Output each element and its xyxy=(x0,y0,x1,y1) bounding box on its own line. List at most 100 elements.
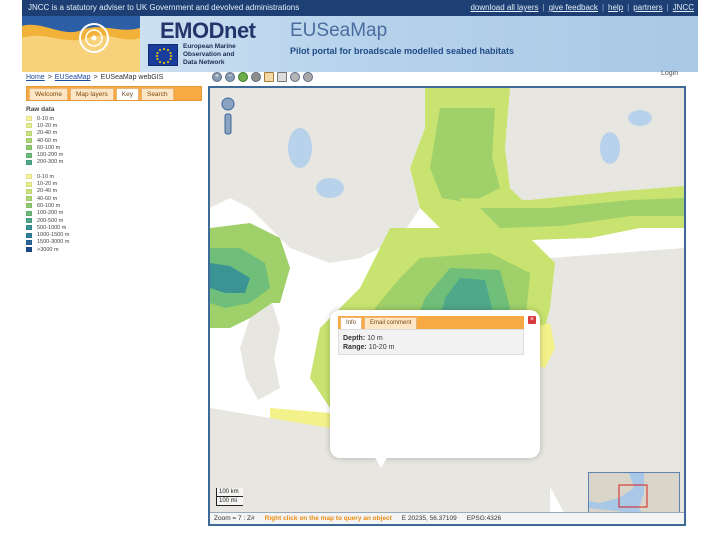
legend-item: 200-500 m xyxy=(26,217,202,224)
site-banner: EMODnet European Marine Observation and … xyxy=(22,16,698,72)
legend-item: 40-60 m xyxy=(26,137,202,144)
breadcrumb-euseamap[interactable]: EUSeaMap xyxy=(55,74,91,81)
jncc-link[interactable]: JNCC xyxy=(673,0,694,16)
legend-label: 40-60 m xyxy=(37,137,58,144)
legend-group-1: 0-10 m 10-20 m 20-40 m 40-60 m 60-100 m 100-2… xyxy=(26,115,202,166)
pan-hand-icon[interactable] xyxy=(264,72,274,82)
zoom-out-icon[interactable]: − xyxy=(225,72,235,82)
emodnet-logo-graphic xyxy=(22,16,140,72)
legend-item: 100-200 m xyxy=(26,151,202,158)
separator: | xyxy=(666,3,669,12)
map-canvas[interactable] xyxy=(210,88,684,524)
help-link[interactable]: help xyxy=(608,0,623,16)
legend-title: Raw data xyxy=(26,106,55,113)
legend-label: 10-20 m xyxy=(37,122,58,129)
range-label: Range: xyxy=(343,344,367,351)
legend-item: 20-40 m xyxy=(26,188,202,195)
tab-key[interactable]: Key xyxy=(115,88,139,100)
close-icon[interactable]: × xyxy=(528,316,536,324)
legend-swatch xyxy=(26,232,32,238)
popup-pointer xyxy=(374,456,388,468)
legend-swatch xyxy=(26,152,32,158)
legend-swatch xyxy=(26,159,32,165)
partners-link[interactable]: partners xyxy=(633,0,662,16)
legend-item: 1500-3000 m xyxy=(26,239,202,246)
legend-label: 1000-1500 m xyxy=(37,232,70,239)
legend-item: 60-100 m xyxy=(26,202,202,209)
breadcrumb-separator: > xyxy=(93,74,98,81)
legend-item: 500-1000 m xyxy=(26,224,202,231)
legend-item: 10-20 m xyxy=(26,180,202,187)
identify-icon[interactable] xyxy=(303,72,313,82)
popup-content: Depth: 10 m Range: 10-20 m xyxy=(338,329,524,355)
popup-tab-info[interactable]: Info xyxy=(340,317,363,329)
legend-swatch xyxy=(26,239,32,245)
legend-label: 60-100 m xyxy=(37,202,61,209)
map-toolbar: + − xyxy=(212,72,313,82)
legend-item: 20-40 m xyxy=(26,130,202,137)
login-link[interactable]: Login xyxy=(661,70,678,77)
statutory-notice: JNCC is a statutory adviser to UK Govern… xyxy=(28,3,300,12)
legend-label: 10-20 m xyxy=(37,181,58,188)
legend-item: 1000-1500 m xyxy=(26,231,202,238)
tab-map-layers[interactable]: Map layers xyxy=(69,88,114,100)
give-feedback-link[interactable]: give feedback xyxy=(549,0,598,16)
scale-bar: 100 km 100 mi xyxy=(216,488,243,506)
brand-subtitle-line: Data Network xyxy=(183,59,225,66)
legend-swatch xyxy=(26,130,32,136)
legend-item: 100-200 m xyxy=(26,210,202,217)
legend-swatch xyxy=(26,116,32,122)
breadcrumb: Home > EUSeaMap > EUSeaMap webGIS xyxy=(26,74,163,81)
top-notice-bar: JNCC is a statutory adviser to UK Govern… xyxy=(22,0,698,16)
separator: | xyxy=(542,3,545,12)
popup-tabs: Info Email comment xyxy=(338,316,524,329)
legend-item: 200-300 m xyxy=(26,159,202,166)
scale-mi: 100 mi xyxy=(216,497,243,506)
query-hint: Right click on the map to query an objec… xyxy=(264,515,392,522)
feature-info-popup: Info Email comment × Depth: 10 m Range: … xyxy=(330,310,540,468)
legend-swatch xyxy=(26,196,32,202)
cursor-coordinates: E 20235, 56.37109 xyxy=(401,515,457,522)
breadcrumb-current: EUSeaMap webGIS xyxy=(100,74,164,81)
legend-swatch xyxy=(26,123,32,129)
measure-icon[interactable] xyxy=(290,72,300,82)
map-status-bar: Zoom = 7 : Z# Right click on the map to … xyxy=(210,512,684,524)
legend-swatch xyxy=(26,181,32,187)
legend-swatch xyxy=(26,188,32,194)
breadcrumb-home[interactable]: Home xyxy=(26,74,45,81)
full-extent-globe-icon[interactable] xyxy=(238,72,248,82)
site-tagline: Pilot portal for broadscale modelled sea… xyxy=(290,46,515,56)
popup-tab-email-comment[interactable]: Email comment xyxy=(364,317,418,329)
map-view[interactable]: 100 km 100 mi Info Email comment × Depth… xyxy=(208,86,686,526)
pan-zoom-control-icon[interactable] xyxy=(220,96,236,136)
separator: | xyxy=(627,3,630,12)
legend-label: 200-300 m xyxy=(37,159,64,166)
download-all-layers-link[interactable]: download all layers xyxy=(470,0,538,16)
brand-name: EMODnet xyxy=(160,18,256,43)
zoom-in-icon[interactable]: + xyxy=(212,72,222,82)
separator: | xyxy=(601,3,605,12)
page: JNCC is a statutory adviser to UK Govern… xyxy=(0,0,720,540)
zoom-level-text: Zoom = 7 : Z# xyxy=(214,515,255,522)
legend-label: 100-200 m xyxy=(37,210,64,217)
legend-item: 0-10 m xyxy=(26,115,202,122)
legend-item: 40-60 m xyxy=(26,195,202,202)
brand-subtitle-line: European Marine xyxy=(183,43,236,50)
legend-swatch xyxy=(26,218,32,223)
legend-item: >3000 m xyxy=(26,246,202,253)
left-panel: Welcome Map layers Key Search Raw data 0… xyxy=(26,86,202,431)
previous-view-icon[interactable] xyxy=(251,72,261,82)
tab-welcome[interactable]: Welcome xyxy=(29,88,68,100)
depth-label: Depth: xyxy=(343,335,366,342)
legend-swatch xyxy=(26,247,32,253)
legend-label: 20-40 m xyxy=(37,130,58,137)
legend-label: 0-10 m xyxy=(37,115,55,122)
legend-item: 0-10 m xyxy=(26,173,202,180)
legend-label: 20-40 m xyxy=(37,188,58,195)
print-icon[interactable] xyxy=(277,72,287,82)
tab-search[interactable]: Search xyxy=(140,88,174,100)
range-value: 10-20 m xyxy=(368,344,395,351)
legend-swatch xyxy=(26,138,32,144)
legend-label: 0-10 m xyxy=(37,173,55,180)
legend-swatch xyxy=(26,203,32,209)
